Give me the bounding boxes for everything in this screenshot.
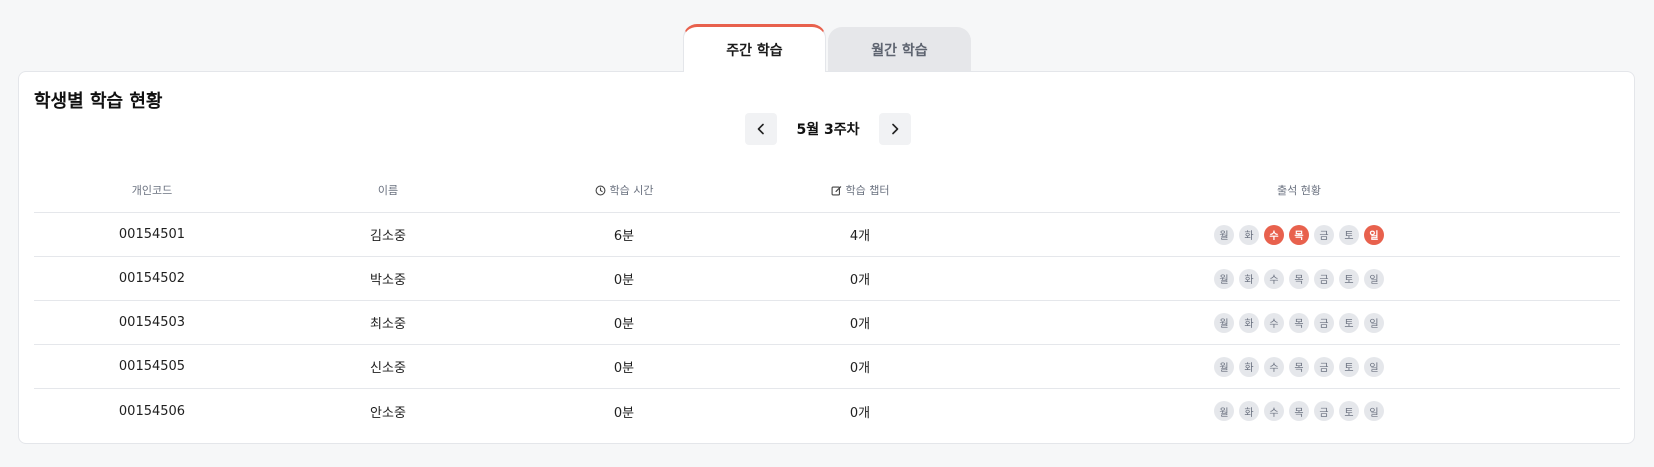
student-table: 개인코드 이름 학습 시간 학습 챕터 출석 현황 00154501 김소중 6… (34, 168, 1620, 433)
attendance-day-absent: 일 (1364, 401, 1384, 421)
card-title: 학생별 학습 현황 (34, 91, 163, 112)
table-row: 00154506 안소중 0분 0개 월 화 수 목 금 토 일 (34, 389, 1620, 433)
attendance-day-absent: 화 (1239, 401, 1259, 421)
cell-chapter: 0개 (849, 273, 871, 288)
attendance-day-absent: 토 (1339, 224, 1359, 245)
cell-time: 0분 (613, 361, 635, 376)
student-progress-card: 학생별 학습 현황 5월 3주차 개인코드 이름 학습 시간 학습 챕터 출석 … (18, 71, 1635, 444)
chevron-right-icon (892, 123, 899, 135)
week-label: 5월 3주차 (796, 122, 860, 138)
table-row: 00154505 신소중 0분 0개 월 화 수 목 금 토 일 (34, 345, 1620, 389)
attendance-day-absent: 금 (1314, 401, 1334, 421)
cell-attendance: 월화수목금토일 (978, 268, 1620, 289)
cell-time: 0분 (613, 273, 635, 288)
cell-time: 0분 (613, 405, 635, 421)
chevron-left-icon (757, 123, 764, 135)
header-code: 개인코드 (34, 182, 270, 198)
cell-chapter: 0개 (849, 361, 871, 376)
clock-icon (595, 185, 605, 195)
attendance-day-absent: 금 (1314, 224, 1334, 245)
attendance-day-absent: 수 (1264, 268, 1284, 289)
attendance-day-present: 목 (1289, 224, 1309, 245)
attendance-day-absent: 일 (1364, 356, 1384, 377)
attendance-day-absent: 금 (1314, 356, 1334, 377)
tab-monthly[interactable]: 월간 학습 (828, 27, 971, 72)
attendance-day-absent: 금 (1314, 312, 1334, 333)
cell-name: 김소중 (370, 229, 406, 244)
header-code-label: 개인코드 (131, 184, 173, 197)
attendance-day-absent: 화 (1239, 312, 1259, 333)
attendance-day-absent: 토 (1339, 401, 1359, 421)
cell-name: 신소중 (370, 361, 406, 376)
attendance-day-absent: 화 (1239, 268, 1259, 289)
cell-time: 6분 (613, 229, 635, 244)
tab-bar: 주간 학습 월간 학습 (683, 24, 971, 72)
header-name-label: 이름 (377, 184, 399, 197)
header-name: 이름 (270, 182, 506, 198)
next-week-button[interactable] (879, 113, 911, 145)
attendance-days: 월화수목금토일 (1214, 356, 1384, 377)
week-navigator: 5월 3주차 (745, 113, 911, 145)
attendance-day-absent: 수 (1264, 356, 1284, 377)
cell-attendance: 월화수목금토일 (978, 224, 1620, 245)
cell-name: 최소중 (370, 317, 406, 332)
attendance-day-absent: 목 (1289, 356, 1309, 377)
cell-code: 00154505 (118, 359, 186, 374)
cell-name: 안소중 (370, 405, 406, 421)
attendance-day-absent: 목 (1289, 268, 1309, 289)
attendance-day-absent: 수 (1264, 401, 1284, 421)
cell-chapter: 0개 (849, 317, 871, 332)
header-time: 학습 시간 (506, 182, 742, 198)
header-time-label: 학습 시간 (609, 184, 654, 197)
header-attendance: 출석 현황 (978, 182, 1620, 198)
cell-code: 00154506 (118, 403, 186, 419)
attendance-day-absent: 월 (1214, 356, 1234, 377)
attendance-day-absent: 토 (1339, 356, 1359, 377)
cell-attendance: 월화수목금토일 (978, 356, 1620, 377)
attendance-day-absent: 목 (1289, 312, 1309, 333)
attendance-day-absent: 월 (1214, 401, 1234, 421)
table-row: 00154503 최소중 0분 0개 월 화 수 목 금 토 일 (34, 301, 1620, 345)
attendance-days: 월화수목금토일 (1214, 268, 1384, 289)
cell-name: 박소중 (370, 273, 406, 288)
cell-attendance: 월화수목금토일 (978, 401, 1620, 421)
cell-code: 00154501 (118, 227, 186, 242)
cell-time: 0분 (613, 317, 635, 332)
attendance-days: 월화수목금토일 (1214, 401, 1384, 421)
attendance-day-absent: 월 (1214, 224, 1234, 245)
cell-attendance: 월화수목금토일 (978, 312, 1620, 333)
cell-code: 00154502 (118, 271, 186, 286)
attendance-day-absent: 금 (1314, 268, 1334, 289)
attendance-day-absent: 월 (1214, 268, 1234, 289)
tab-weekly[interactable]: 주간 학습 (683, 24, 826, 72)
attendance-day-absent: 토 (1339, 312, 1359, 333)
cell-chapter: 0개 (849, 405, 871, 421)
attendance-day-absent: 목 (1289, 401, 1309, 421)
attendance-day-present: 일 (1364, 224, 1384, 245)
attendance-day-absent: 화 (1239, 356, 1259, 377)
attendance-day-absent: 월 (1214, 312, 1234, 333)
prev-week-button[interactable] (745, 113, 777, 145)
attendance-day-absent: 화 (1239, 224, 1259, 245)
cell-chapter: 4개 (849, 229, 871, 244)
attendance-days: 월화수목금토일 (1214, 312, 1384, 333)
attendance-day-absent: 수 (1264, 312, 1284, 333)
attendance-days: 월화수목금토일 (1214, 224, 1384, 245)
attendance-day-absent: 일 (1364, 312, 1384, 333)
attendance-day-present: 수 (1264, 224, 1284, 245)
attendance-day-absent: 일 (1364, 268, 1384, 289)
cell-code: 00154503 (118, 315, 186, 330)
header-chapter: 학습 챕터 (742, 182, 978, 198)
table-row: 00154502 박소중 0분 0개 월 화 수 목 금 토 일 (34, 257, 1620, 301)
table-body: 00154501 김소중 6분 4개 월 화 수 목 금 토 일 00154502 박소중 0분 0개 월 화 수… (34, 213, 1620, 433)
header-chapter-label: 학습 챕터 (845, 184, 890, 197)
edit-icon (831, 185, 841, 195)
page: 주간 학습 월간 학습 학생별 학습 현황 5월 3주차 개인코드 이름 학습 … (0, 0, 1654, 467)
table-header: 개인코드 이름 학습 시간 학습 챕터 출석 현황 (34, 168, 1620, 213)
table-row: 00154501 김소중 6분 4개 월 화 수 목 금 토 일 (34, 213, 1620, 257)
attendance-day-absent: 토 (1339, 268, 1359, 289)
header-attendance-label: 출석 현황 (1277, 184, 1321, 197)
